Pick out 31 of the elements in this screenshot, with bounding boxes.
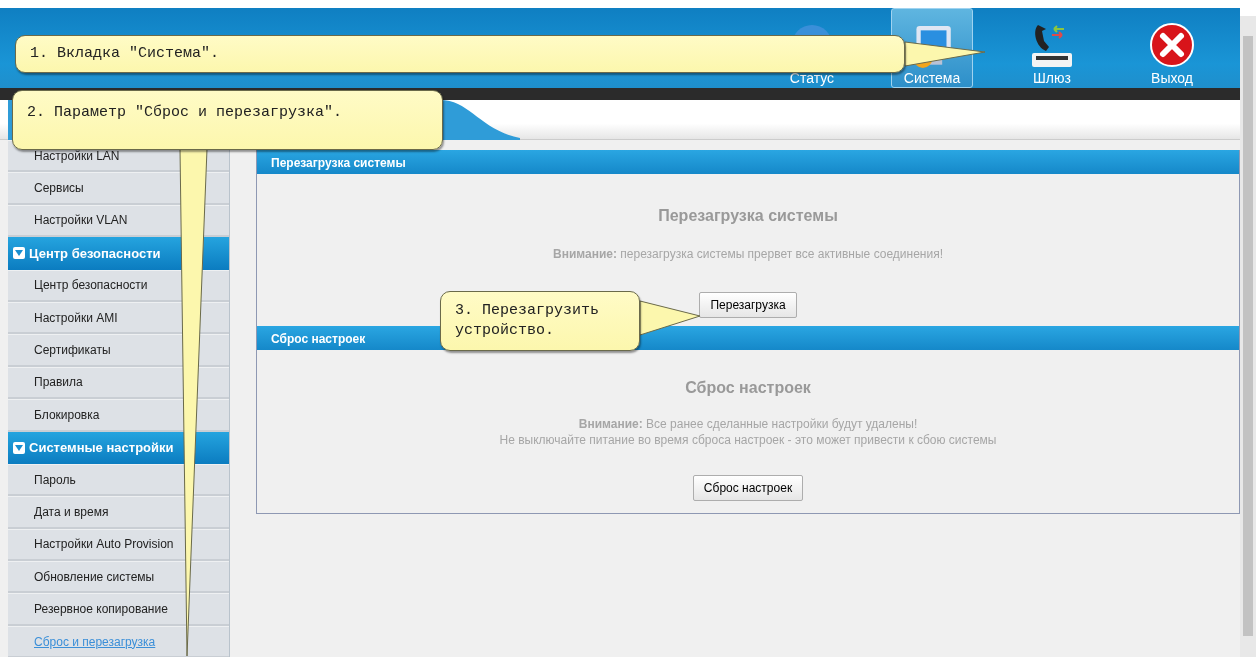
sidebar-item[interactable]: Сервисы xyxy=(34,179,84,198)
section-title: Перезагрузка системы xyxy=(658,206,838,226)
sidebar-item[interactable]: Сертификаты xyxy=(34,341,111,360)
sidebar-item[interactable]: Настройки AMI xyxy=(34,308,118,327)
action-button[interactable]: Сброс настроек xyxy=(692,475,804,501)
section-title: Сброс настроек xyxy=(685,378,811,398)
callout-tooltip: 2. Параметр "Сброс и перезагрузка". xyxy=(12,90,443,150)
action-button[interactable]: Перезагрузка xyxy=(699,292,797,318)
warning-text: Внимание: Все ранее сделанные настройки будут удалены! xyxy=(578,416,918,432)
sidebar-item[interactable]: Центр безопасности xyxy=(34,276,148,295)
sidebar-item[interactable]: Блокировка xyxy=(34,405,100,424)
expand-icon xyxy=(13,247,25,260)
warning-text: Не выключайте питание во время сброса настроек - это может привести к сбою системы xyxy=(499,432,997,448)
expand-icon xyxy=(13,441,25,454)
close-icon xyxy=(1148,20,1196,69)
sidebar-item[interactable]: Правила xyxy=(34,373,83,392)
sidebar-item[interactable]: Дата и время xyxy=(34,503,109,521)
sidebar-group-label: Системные настройки xyxy=(29,438,174,457)
sidebar-item[interactable]: Обновление системы xyxy=(34,567,155,586)
sidebar-group-label: Центр безопасности xyxy=(29,244,161,263)
sidebar-group[interactable]: Центр безопасности xyxy=(8,237,229,270)
sidebar-item[interactable]: Резервное копирование xyxy=(34,600,168,619)
callout-tooltip: 3. Перезагрузить устройство. xyxy=(440,291,640,351)
panel-header: Перезагрузка системы xyxy=(257,150,1239,174)
scrollbar[interactable] xyxy=(1240,16,1256,657)
sidebar-item[interactable]: Пароль xyxy=(34,470,76,489)
sidebar-item[interactable]: Настройки Auto Provision xyxy=(34,535,174,554)
sidebar-item[interactable]: Настройки VLAN xyxy=(34,211,128,230)
warning-text: Внимание: перезагрузка системы прервет все активные соединения! xyxy=(553,246,943,262)
callout-tooltip: 1. Вкладка "Система". xyxy=(15,35,905,73)
callout-pointer xyxy=(639,300,701,336)
